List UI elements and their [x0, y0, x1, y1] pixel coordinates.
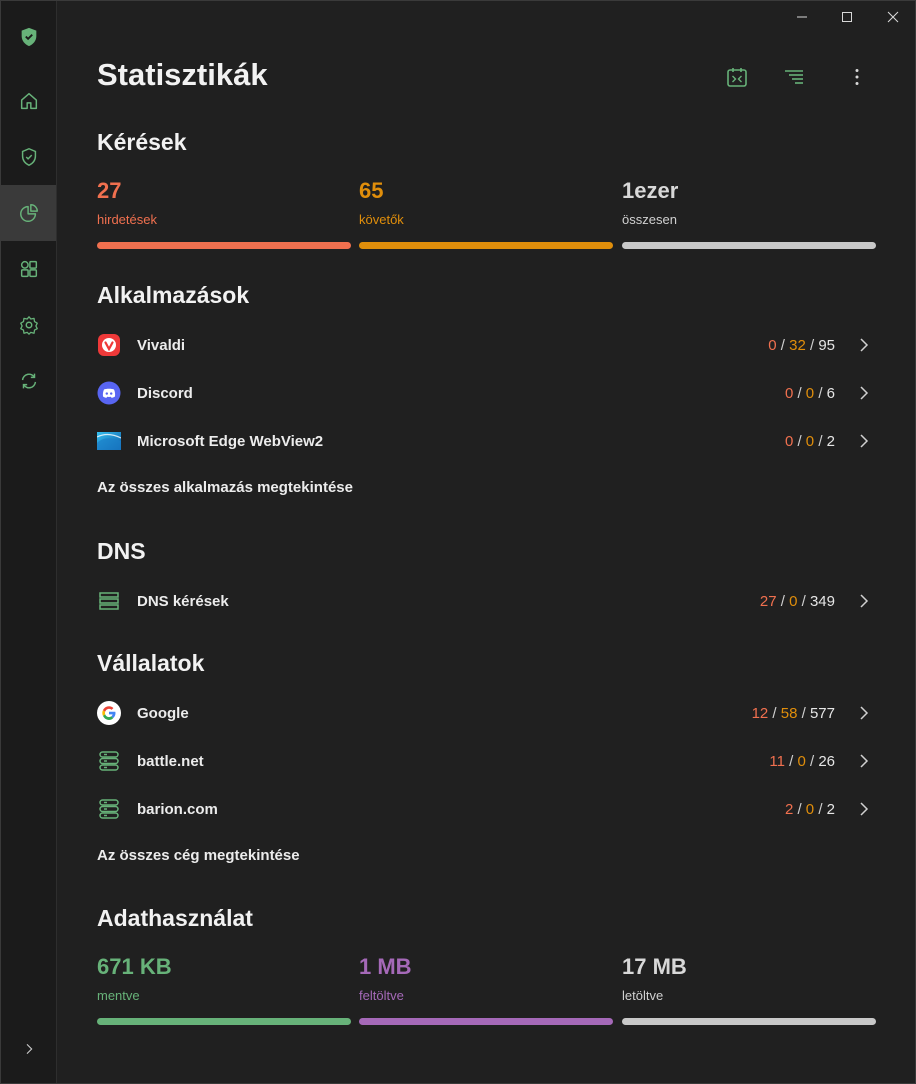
app-row-vivaldi[interactable]: Vivaldi 0 / 32 / 95	[97, 321, 877, 369]
company-counts: 12 / 58 / 577	[751, 704, 835, 722]
sync-icon	[21, 373, 36, 389]
calendar-icon	[727, 68, 747, 87]
stat-value: 1ezer	[622, 178, 679, 203]
sidebar-item-extensions[interactable]	[1, 241, 56, 297]
app-name: Microsoft Edge WebView2	[137, 432, 324, 450]
sidebar-item-updates[interactable]	[1, 353, 56, 409]
stat-label: mentve	[97, 988, 140, 1003]
sidebar	[1, 1, 57, 1083]
calendar-filter-button[interactable]	[723, 63, 751, 91]
chevron-right-icon	[857, 386, 871, 400]
stat-value: 27	[97, 178, 122, 203]
data-saved-stat: 671 KB mentve	[97, 954, 351, 1025]
close-icon	[887, 11, 899, 23]
dns-server-icon	[97, 589, 121, 613]
app-row-discord[interactable]: Discord 0 / 0 / 6	[97, 369, 877, 417]
stat-label: hirdetések	[97, 212, 157, 227]
companies-section-title: Vállalatok	[97, 650, 205, 676]
stat-value: 17 MB	[622, 954, 687, 979]
stat-bar	[622, 242, 876, 249]
server-icon	[97, 797, 121, 821]
stat-value: 1 MB	[359, 954, 412, 979]
stat-value: 671 KB	[97, 954, 172, 979]
app-counts: 0 / 0 / 6	[784, 384, 835, 402]
dns-section-title: DNS	[97, 538, 146, 564]
stat-bar	[622, 1018, 876, 1025]
stat-label: letöltve	[622, 988, 664, 1003]
app-window: Statisztikák Kérések 27 hirdetések 65 kö…	[0, 0, 916, 1084]
company-row-battlenet[interactable]: battle.net 11 / 0 / 26	[97, 737, 877, 785]
requests-trackers-stat: 65 követők	[359, 178, 613, 249]
chevron-right-icon	[26, 1043, 32, 1055]
sidebar-expand-button[interactable]	[1, 1021, 56, 1077]
server-icon	[97, 749, 121, 773]
edge-webview-icon	[97, 429, 121, 453]
stat-bar	[97, 242, 351, 249]
maximize-icon	[842, 12, 852, 22]
requests-ads-stat: 27 hirdetések	[97, 178, 351, 249]
company-name: battle.net	[137, 752, 204, 770]
data-uploaded-stat: 1 MB feltöltve	[359, 954, 613, 1025]
dns-counts: 27 / 0 / 349	[759, 592, 835, 610]
maximize-button[interactable]	[831, 5, 863, 29]
dns-requests-row[interactable]: DNS kérések 27 / 0 / 349	[97, 577, 877, 625]
app-row-edge-webview2[interactable]: Microsoft Edge WebView2 0 / 0 / 2	[97, 417, 877, 465]
data-usage-section-title: Adathasználat	[97, 905, 253, 931]
sidebar-item-statistics[interactable]	[1, 185, 56, 241]
discord-icon	[97, 381, 121, 405]
chevron-right-icon	[857, 754, 871, 768]
close-button[interactable]	[877, 5, 909, 29]
requests-section-title: Kérések	[97, 129, 187, 155]
more-options-button[interactable]	[843, 63, 871, 91]
chevron-right-icon	[857, 434, 871, 448]
adguard-logo-icon	[1, 9, 56, 65]
stat-bar	[359, 1018, 613, 1025]
chevron-right-icon	[857, 594, 871, 608]
pie-chart-icon	[19, 204, 38, 222]
sort-button[interactable]	[780, 63, 808, 91]
company-row-barion[interactable]: barion.com 2 / 0 / 2	[97, 785, 877, 833]
company-name: barion.com	[137, 800, 218, 818]
gear-icon	[19, 316, 38, 335]
google-icon	[97, 701, 121, 725]
company-counts: 2 / 0 / 2	[784, 800, 835, 818]
sidebar-item-home[interactable]	[1, 73, 56, 129]
stat-label: összesen	[622, 212, 677, 227]
shield-icon	[21, 147, 36, 167]
chevron-right-icon	[857, 802, 871, 816]
chevron-right-icon	[857, 706, 871, 720]
vivaldi-icon	[97, 333, 121, 357]
home-icon	[20, 92, 37, 110]
company-row-google[interactable]: Google 12 / 58 / 577	[97, 689, 877, 737]
app-name: Vivaldi	[137, 336, 186, 354]
minimize-icon	[797, 16, 807, 18]
requests-total-stat: 1ezer összesen	[622, 178, 876, 249]
app-counts: 0 / 32 / 95	[768, 336, 835, 354]
stat-bar	[359, 242, 613, 249]
app-counts: 0 / 0 / 2	[784, 432, 835, 450]
stat-bar	[97, 1018, 351, 1025]
stat-value: 65	[359, 178, 384, 203]
view-all-apps-link[interactable]: Az összes alkalmazás megtekintése	[97, 479, 353, 496]
apps-section-title: Alkalmazások	[97, 282, 250, 308]
sidebar-item-protection[interactable]	[1, 129, 56, 185]
sort-lines-icon	[785, 70, 803, 84]
company-counts: 11 / 0 / 26	[769, 752, 835, 770]
page-title: Statisztikák	[97, 57, 268, 92]
stat-label: feltöltve	[359, 988, 404, 1003]
app-name: Discord	[137, 384, 193, 402]
company-name: Google	[137, 704, 189, 722]
chevron-right-icon	[857, 338, 871, 352]
data-downloaded-stat: 17 MB letöltve	[622, 954, 876, 1025]
dns-name: DNS kérések	[137, 592, 229, 610]
view-all-companies-link[interactable]: Az összes cég megtekintése	[97, 847, 300, 864]
minimize-button[interactable]	[786, 5, 818, 29]
apps-grid-icon	[20, 260, 37, 278]
stat-label: követők	[359, 212, 404, 227]
sidebar-item-settings[interactable]	[1, 297, 56, 353]
more-vertical-icon	[855, 69, 859, 85]
